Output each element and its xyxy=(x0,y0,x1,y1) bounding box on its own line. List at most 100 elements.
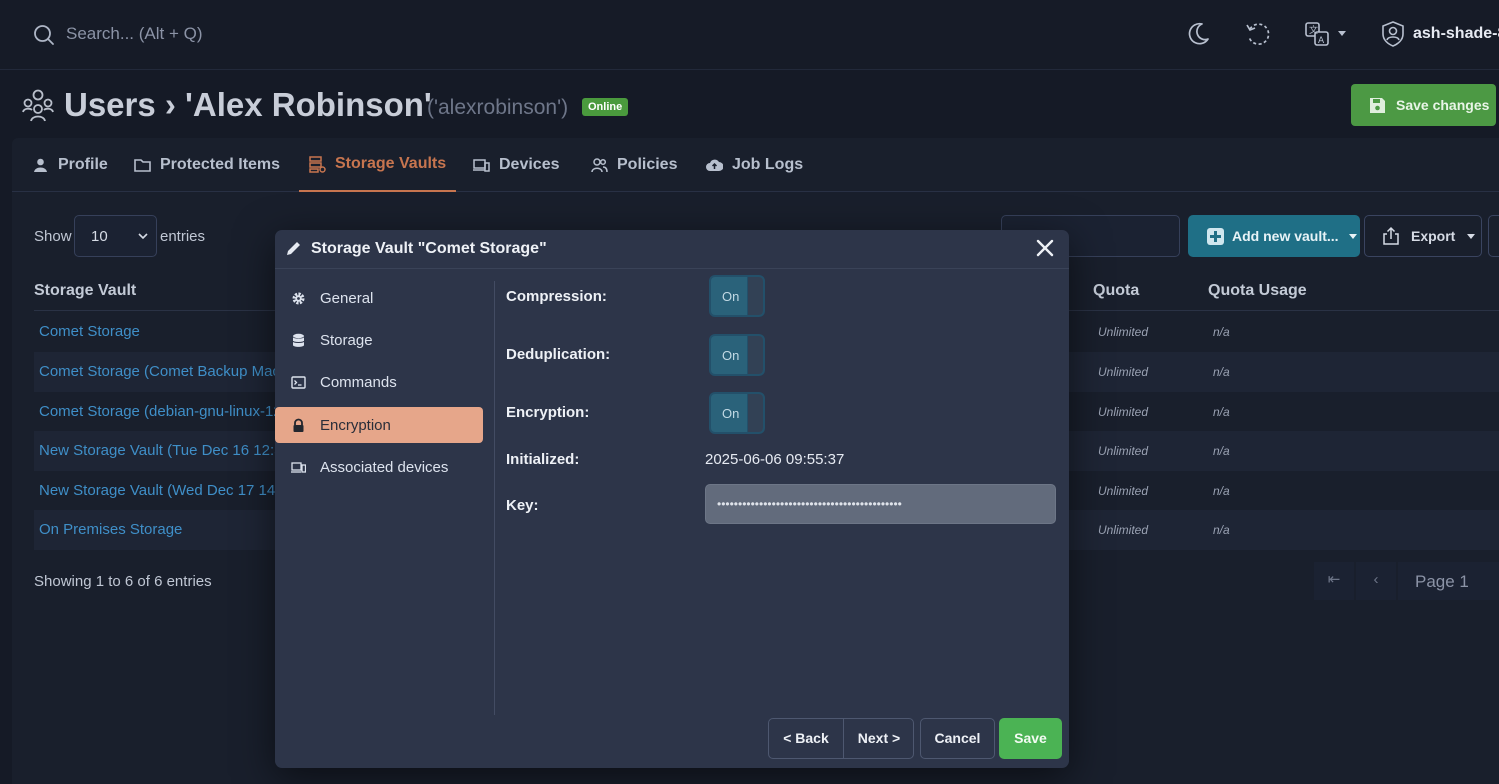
search-input[interactable]: Search... (Alt + Q) xyxy=(66,24,203,44)
quota-cell: Unlimited xyxy=(1098,523,1149,537)
refresh-icon[interactable] xyxy=(1244,20,1272,48)
cloud-upload-icon xyxy=(706,159,723,171)
vault-link[interactable]: On Premises Storage xyxy=(39,521,182,538)
table-info: Showing 1 to 6 of 6 entries xyxy=(34,573,212,590)
quota-usage-cell: n/a xyxy=(1213,405,1230,419)
toggle-knob xyxy=(747,394,763,432)
quota-cell: Unlimited xyxy=(1098,405,1149,419)
save-changes-button[interactable]: Save changes xyxy=(1351,84,1496,126)
vault-link[interactable]: New Storage Vault (Wed Dec 17 14:3 xyxy=(39,482,288,499)
vault-link[interactable]: New Storage Vault (Tue Dec 16 12:58 xyxy=(39,442,291,459)
tab-job-logs[interactable]: Job Logs xyxy=(696,138,813,192)
quota-cell: Unlimited xyxy=(1098,484,1149,498)
toggle-state: On xyxy=(722,289,740,304)
column-header-quota[interactable]: Quota xyxy=(1093,282,1139,300)
side-item-label: General xyxy=(320,289,374,307)
save-changes-label: Save changes xyxy=(1396,97,1490,113)
tab-label: Protected Items xyxy=(160,156,281,173)
quota-usage-cell: n/a xyxy=(1213,365,1230,379)
side-item-storage[interactable]: Storage xyxy=(275,322,483,358)
pencil-icon xyxy=(287,242,300,255)
save-button[interactable]: Save xyxy=(999,718,1062,759)
tab-devices[interactable]: Devices xyxy=(463,138,570,192)
caret-down-icon xyxy=(1348,233,1357,239)
side-item-general[interactable]: General xyxy=(275,280,483,316)
tab-bar: Profile Protected Items Storage Vaults D… xyxy=(12,138,1499,192)
page-size-select[interactable]: 10 xyxy=(74,215,157,257)
toggle-knob xyxy=(747,277,763,315)
tab-label: Storage Vaults xyxy=(335,155,447,172)
tab-protected-items[interactable]: Protected Items xyxy=(124,138,290,192)
vault-link[interactable]: Comet Storage xyxy=(39,323,140,340)
tab-storage-vaults[interactable]: Storage Vaults xyxy=(299,138,457,192)
quota-usage-cell: n/a xyxy=(1213,325,1230,339)
initialized-value: 2025-06-06 09:55:37 xyxy=(705,451,845,468)
encryption-label: Encryption: xyxy=(506,404,590,421)
status-badge: Online xyxy=(582,98,629,116)
share-upload-icon xyxy=(1383,226,1399,245)
quota-usage-cell: n/a xyxy=(1213,484,1230,498)
quota-usage-cell: n/a xyxy=(1213,444,1230,458)
compression-label: Compression: xyxy=(506,288,607,305)
cancel-button[interactable]: Cancel xyxy=(920,718,995,759)
tab-profile[interactable]: Profile xyxy=(22,138,118,192)
close-icon[interactable] xyxy=(1035,238,1055,258)
entries-label: entries xyxy=(160,228,206,245)
deduplication-toggle[interactable]: On xyxy=(709,334,765,376)
chevron-down-icon[interactable] xyxy=(1338,31,1346,36)
lock-icon xyxy=(293,418,304,432)
database-icon xyxy=(292,333,305,347)
plus-square-icon xyxy=(1207,227,1224,245)
add-new-vault-button[interactable]: Add new vault... xyxy=(1188,215,1360,257)
dialog-divider xyxy=(494,281,495,715)
storage-vault-icon xyxy=(309,155,326,173)
dialog-header: Storage Vault "Comet Storage" xyxy=(275,230,1069,269)
svg-text:A: A xyxy=(1318,36,1325,46)
folder-icon xyxy=(134,158,151,172)
user-account-icon[interactable] xyxy=(1379,20,1407,48)
tab-policies[interactable]: Policies xyxy=(581,138,687,192)
next-button[interactable]: Next > xyxy=(844,719,914,758)
gear-icon xyxy=(292,292,305,304)
encryption-toggle[interactable]: On xyxy=(709,392,765,434)
storage-vault-dialog: Storage Vault "Comet Storage" General St… xyxy=(275,230,1069,768)
caret-down-icon xyxy=(1467,233,1476,239)
back-button[interactable]: < Back xyxy=(769,719,844,758)
tab-label: Policies xyxy=(617,156,678,173)
vault-link[interactable]: Comet Storage (debian-gnu-linux-12 xyxy=(39,403,282,420)
floppy-disk-icon xyxy=(1370,97,1385,113)
page-subtitle: ('alexrobinson') xyxy=(427,96,569,119)
translate-icon[interactable]: 文 A xyxy=(1303,20,1331,48)
page-select[interactable]: Page 1 xyxy=(1398,562,1499,600)
user-menu-name[interactable]: ash-shade-8 xyxy=(1413,25,1499,43)
side-item-encryption[interactable]: Encryption xyxy=(275,407,483,443)
page-title: Users › 'Alex Robinson' xyxy=(64,86,432,123)
side-item-associated-devices[interactable]: Associated devices xyxy=(275,449,483,485)
compression-toggle[interactable]: On xyxy=(709,275,765,317)
previous-page-button[interactable]: ‹ xyxy=(1356,562,1396,600)
tab-label: Profile xyxy=(58,156,108,173)
side-item-commands[interactable]: Commands xyxy=(275,364,483,400)
tab-label: Job Logs xyxy=(732,156,804,173)
deduplication-label: Deduplication: xyxy=(506,346,611,363)
side-item-label: Encryption xyxy=(320,416,391,434)
encryption-key-field[interactable]: ••••••••••••••••••••••••••••••••••••••••… xyxy=(705,484,1056,524)
search-icon[interactable] xyxy=(33,24,55,46)
dialog-title: Storage Vault "Comet Storage" xyxy=(311,240,547,257)
column-header-storage-vault[interactable]: Storage Vault xyxy=(34,282,136,300)
columns-button[interactable] xyxy=(1488,215,1499,257)
key-label: Key: xyxy=(506,497,539,514)
svg-text:文: 文 xyxy=(1309,24,1318,36)
toggle-state: On xyxy=(722,406,740,421)
devices-icon xyxy=(473,158,490,172)
dark-mode-moon-icon[interactable] xyxy=(1184,20,1212,48)
first-page-button[interactable]: ⇤ xyxy=(1314,562,1354,600)
quota-usage-cell: n/a xyxy=(1213,523,1230,537)
side-item-label: Commands xyxy=(320,373,397,391)
export-button[interactable]: Export xyxy=(1364,215,1482,257)
tab-label: Devices xyxy=(499,156,560,173)
top-bar: Search... (Alt + Q) 文 A ash-shade-8 xyxy=(0,0,1499,70)
users-icon xyxy=(591,157,608,172)
column-header-quota-usage[interactable]: Quota Usage xyxy=(1208,282,1307,300)
vault-link[interactable]: Comet Storage (Comet Backup Mach xyxy=(39,363,288,380)
